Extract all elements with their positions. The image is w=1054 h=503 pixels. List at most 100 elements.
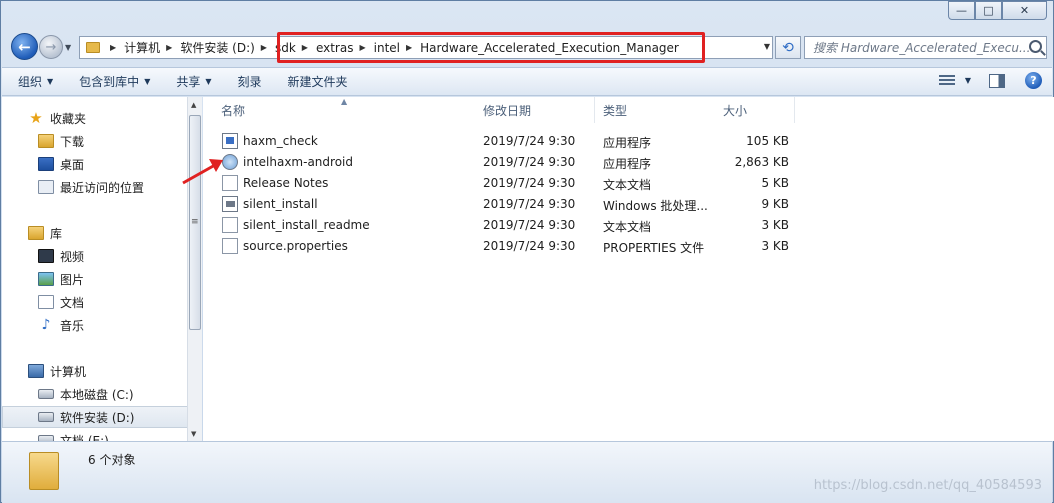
watermark: https://blog.csdn.net/qq_40584593 — [813, 478, 1042, 493]
organize-button[interactable]: 组织 ▼ — [18, 73, 53, 90]
nav-downloads[interactable]: 下载 — [2, 130, 188, 152]
file-date: 2019/7/24 9:30 — [483, 197, 576, 211]
share-button[interactable]: 共享 ▼ — [176, 73, 211, 90]
nav-libraries[interactable]: 库 — [2, 222, 188, 244]
file-size: 9 KB — [761, 197, 789, 211]
column-header-type[interactable]: 类型 — [595, 97, 717, 123]
maximize-button[interactable]: □ — [975, 1, 1002, 20]
file-row[interactable]: intelhaxm-android 2019/7/24 9:30 应用程序 2,… — [217, 152, 797, 173]
text-file-icon — [222, 238, 238, 254]
address-bar[interactable]: ▶ 计算机 ▶ 软件安装 (D:) ▶ sdk ▶ extras ▶ intel ▶ Ha… — [79, 36, 773, 59]
file-list: 名称 ▲ 修改日期 类型 大小 haxm_check 2019/7/24 9:3… — [203, 97, 1054, 441]
file-type: 应用程序 — [603, 136, 652, 150]
file-type: 文本文档 — [603, 178, 652, 192]
command-bar: 组织 ▼ 包含到库中 ▼ 共享 ▼ 刻录 新建文件夹 ▼ ? — [2, 67, 1052, 96]
file-name: intelhaxm-android — [243, 155, 353, 169]
file-date: 2019/7/24 9:30 — [483, 134, 576, 148]
include-in-library-button[interactable]: 包含到库中 ▼ — [79, 73, 150, 90]
breadcrumb-separator[interactable]: ▶ — [104, 43, 124, 52]
search-placeholder: 搜索 Hardware_Accelerated_Execu... — [813, 41, 1031, 55]
scroll-grip-icon: ≡ — [191, 217, 199, 227]
nav-drive-e[interactable]: 文档 (E:) — [2, 429, 188, 441]
nav-music[interactable]: ♪ 音乐 — [2, 314, 188, 336]
recent-places-icon — [38, 180, 54, 194]
file-date: 2019/7/24 9:30 — [483, 218, 576, 232]
file-type: PROPERTIES 文件 — [603, 241, 705, 255]
nav-recent-places[interactable]: 最近访问的位置 — [2, 176, 188, 198]
picture-icon — [38, 272, 54, 286]
file-name: silent_install_readme — [243, 218, 370, 232]
nav-pictures[interactable]: 图片 — [2, 268, 188, 290]
chevron-down-icon: ▼ — [47, 77, 54, 86]
back-arrow-icon: ← — [18, 37, 31, 56]
search-input[interactable]: 搜索 Hardware_Accelerated_Execu... — [804, 36, 1047, 59]
scroll-up-icon[interactable]: ▲ — [191, 101, 196, 109]
file-row[interactable]: haxm_check 2019/7/24 9:30 应用程序 105 KB — [217, 131, 797, 152]
nav-desktop[interactable]: 桌面 — [2, 153, 188, 175]
breadcrumb-sdk[interactable]: sdk ▶ — [275, 41, 316, 55]
nav-documents[interactable]: 文档 — [2, 291, 188, 313]
help-icon[interactable]: ? — [1025, 72, 1042, 89]
forward-button[interactable]: → — [39, 35, 63, 59]
file-name: silent_install — [243, 197, 318, 211]
nav-drive-c[interactable]: 本地磁盘 (C:) — [2, 383, 188, 405]
folder-large-icon — [29, 452, 59, 490]
file-date: 2019/7/24 9:30 — [483, 176, 576, 190]
nav-computer[interactable]: 计算机 — [2, 360, 188, 382]
file-row[interactable]: silent_install 2019/7/24 9:30 Windows 批处… — [217, 194, 797, 215]
preview-pane-icon[interactable] — [989, 73, 1005, 88]
file-size: 2,863 KB — [734, 155, 789, 169]
file-name: haxm_check — [243, 134, 318, 148]
address-row: ← → ▼ ▶ 计算机 ▶ 软件安装 (D:) ▶ sdk ▶ extras ▶ int… — [9, 31, 1047, 63]
exe-icon — [222, 133, 238, 149]
file-date: 2019/7/24 9:30 — [483, 239, 576, 253]
red-arrow-annotation — [182, 159, 223, 185]
view-options-icon[interactable] — [938, 74, 955, 87]
explorer-window: — □ ✕ ← → ▼ ▶ 计算机 ▶ 软件安装 (D:) ▶ sdk ▶ extra… — [0, 0, 1054, 503]
recent-pages-dropdown[interactable]: ▼ — [65, 43, 71, 52]
back-button[interactable]: ← — [11, 33, 38, 60]
forward-arrow-icon: → — [45, 39, 57, 55]
breadcrumb-intel[interactable]: intel ▶ — [374, 41, 421, 55]
scroll-down-icon[interactable]: ▼ — [191, 430, 196, 438]
file-row[interactable]: Release Notes 2019/7/24 9:30 文本文档 5 KB — [217, 173, 797, 194]
file-size: 105 KB — [746, 134, 789, 148]
breadcrumb-haxm[interactable]: Hardware_Accelerated_Execution_Manager — [420, 41, 679, 55]
file-row[interactable]: silent_install_readme 2019/7/24 9:30 文本文… — [217, 215, 797, 236]
breadcrumb-computer[interactable]: 计算机 ▶ — [124, 39, 180, 56]
column-header-size[interactable]: 大小 — [715, 97, 795, 123]
video-icon — [38, 249, 54, 263]
column-header-date[interactable]: 修改日期 — [475, 97, 595, 123]
desktop-icon — [38, 157, 54, 171]
nav-videos[interactable]: 视频 — [2, 245, 188, 267]
caption-buttons: — □ ✕ — [948, 1, 1047, 20]
sort-ascending-icon: ▲ — [341, 97, 348, 106]
drive-icon — [38, 412, 54, 422]
nav-scrollbar[interactable]: ▲ ≡ ▼ — [187, 97, 202, 441]
file-type: Windows 批处理... — [603, 199, 708, 213]
view-controls: ▼ ? — [938, 72, 1042, 89]
nav-drive-d[interactable]: 软件安装 (D:) — [2, 406, 188, 428]
close-button[interactable]: ✕ — [1002, 1, 1047, 20]
batch-file-icon — [222, 196, 238, 212]
breadcrumb-extras[interactable]: extras ▶ — [316, 41, 374, 55]
file-type: 文本文档 — [603, 220, 652, 234]
text-file-icon — [222, 217, 238, 233]
breadcrumb-drive-d[interactable]: 软件安装 (D:) ▶ — [180, 39, 275, 56]
search-icon[interactable] — [1029, 40, 1042, 53]
file-date: 2019/7/24 9:30 — [483, 155, 576, 169]
minimize-button[interactable]: — — [948, 1, 975, 20]
drive-icon — [38, 389, 54, 399]
refresh-button[interactable]: ⟲ — [775, 36, 801, 59]
address-dropdown[interactable]: ▼ — [764, 42, 770, 51]
file-size: 3 KB — [761, 239, 789, 253]
file-row[interactable]: source.properties 2019/7/24 9:30 PROPERT… — [217, 236, 797, 257]
chevron-down-icon: ▼ — [144, 77, 151, 86]
star-icon: ★ — [29, 109, 43, 127]
document-icon — [38, 295, 54, 309]
item-count: 6 个对象 — [88, 453, 136, 467]
nav-favorites[interactable]: ★ 收藏夹 — [2, 107, 188, 129]
burn-button[interactable]: 刻录 — [238, 73, 262, 90]
new-folder-button[interactable]: 新建文件夹 — [288, 73, 348, 90]
view-dropdown[interactable]: ▼ — [965, 76, 971, 85]
